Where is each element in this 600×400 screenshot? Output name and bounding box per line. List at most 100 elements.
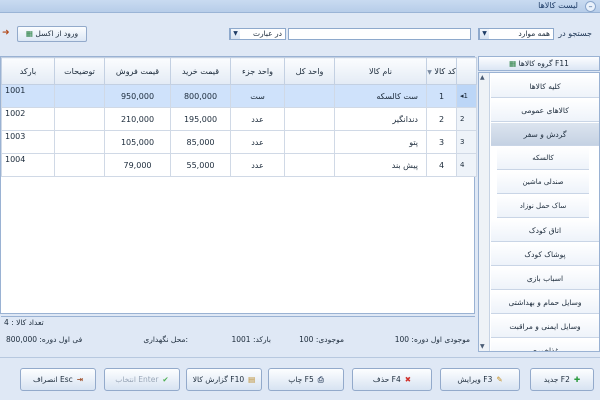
- cell-code[interactable]: 3: [426, 130, 457, 154]
- cell-sell-price[interactable]: 79,000: [104, 153, 171, 177]
- table-row[interactable]: 1001 950,000 800,000 ست ست کالسکه 1 ◂1: [1, 84, 477, 108]
- column-header-unit-total[interactable]: واحد کل: [284, 57, 335, 85]
- excel-icon: ▦: [25, 29, 33, 38]
- phrase-mode-select[interactable]: ▼ در عبارت: [229, 28, 286, 40]
- category-item[interactable]: کالاهای عمومی: [491, 99, 599, 122]
- window-menu-icon[interactable]: –: [585, 1, 596, 12]
- items-grid: بارکد توضیحات قیمت فروش قیمت خرید واحد ج…: [0, 56, 477, 314]
- plus-icon: ✚: [573, 375, 581, 384]
- window-title: لیست کالاها: [538, 1, 578, 10]
- cell-description[interactable]: [54, 130, 105, 154]
- report-icon: ▤: [248, 375, 256, 384]
- category-item[interactable]: غذاخوری: [491, 339, 599, 351]
- category-scrollbar[interactable]: ▲ ▼: [479, 73, 490, 351]
- first-price-text: فی اول دوره: 800,000: [6, 335, 83, 344]
- table-row[interactable]: 1004 79,000 55,000 عدد پیش بند 4 4: [1, 153, 477, 177]
- cell-sell-price[interactable]: 950,000: [104, 84, 171, 108]
- location-text: محل نگهداری:: [143, 335, 188, 344]
- cancel-button[interactable]: انصراف Esc ⇥: [20, 368, 96, 391]
- category-list: ▲ ▼ کلیه کالاها کالاهای عمومی گردش و سفر کا…: [478, 72, 600, 352]
- cell-unit-total[interactable]: [284, 130, 335, 154]
- cell-sell-price[interactable]: 105,000: [104, 130, 171, 154]
- category-header: ▦ گروه کالاها F11: [478, 56, 600, 71]
- cell-unit-total[interactable]: [284, 84, 335, 108]
- cell-sell-price[interactable]: 210,000: [104, 107, 171, 131]
- cell-buy-price[interactable]: 800,000: [170, 84, 231, 108]
- column-header-unit-part[interactable]: واحد جزء: [230, 57, 285, 85]
- category-item[interactable]: وسایل ایمنی و مراقبت: [491, 315, 599, 338]
- stock-text: موجودی: 100: [299, 335, 344, 344]
- cell-buy-price[interactable]: 195,000: [170, 107, 231, 131]
- first-stock-text: موجودی اول دوره: 100: [394, 335, 470, 344]
- row-number: 3: [460, 138, 465, 146]
- column-header-name[interactable]: نام کالا: [334, 57, 427, 85]
- category-item[interactable]: وسایل حمام و بهداشتی: [491, 291, 599, 314]
- cell-code[interactable]: 2: [426, 107, 457, 131]
- cell-name[interactable]: پتو: [334, 130, 427, 154]
- category-item[interactable]: صندلی ماشین: [497, 171, 589, 194]
- cell-code[interactable]: 4: [426, 153, 457, 177]
- cell-barcode[interactable]: 1003: [1, 130, 55, 154]
- category-item[interactable]: اتاق کودک: [491, 219, 599, 242]
- count-bar: تعداد کالا : 4: [1, 316, 475, 328]
- cell-unit-total[interactable]: [284, 107, 335, 131]
- cell-description[interactable]: [54, 153, 105, 177]
- cell-name[interactable]: ست کالسکه: [334, 84, 427, 108]
- table-body: 1001 950,000 800,000 ست ست کالسکه 1 ◂1 1002 210,…: [1, 84, 477, 177]
- cell-buy-price[interactable]: 85,000: [170, 130, 231, 154]
- column-header-description[interactable]: توضیحات: [54, 57, 105, 85]
- cell-name[interactable]: دندانگیر: [334, 107, 427, 131]
- cell-unit-part[interactable]: ست: [230, 84, 285, 108]
- column-header-buy-price[interactable]: قیمت خرید: [170, 57, 231, 85]
- cell-unit-total[interactable]: [284, 153, 335, 177]
- cell-barcode[interactable]: 1002: [1, 107, 55, 131]
- report-button[interactable]: گزارش کالا F10 ▤: [186, 368, 262, 391]
- category-item[interactable]: کالسکه: [497, 147, 589, 170]
- scroll-down-icon[interactable]: ▼: [480, 343, 485, 350]
- table-row[interactable]: 1003 105,000 85,000 عدد پتو 3 3: [1, 130, 477, 154]
- cell-unit-part[interactable]: عدد: [230, 130, 285, 154]
- category-item[interactable]: پوشاک کودک: [491, 243, 599, 266]
- pencil-icon: ✎: [496, 375, 503, 384]
- items-table: بارکد توضیحات قیمت فروش قیمت خرید واحد ج…: [1, 57, 477, 177]
- scroll-up-icon[interactable]: ▲: [480, 74, 485, 81]
- new-button[interactable]: جدید F2 ✚: [530, 368, 594, 391]
- cell-barcode[interactable]: 1001: [1, 84, 55, 108]
- search-toolbar: جستجو در ▼ همه موارد ▼ در عبارت ▦ ورود ا…: [0, 14, 600, 54]
- cell-description[interactable]: [54, 84, 105, 108]
- select-button[interactable]: انتخاب Enter ✔: [104, 368, 180, 391]
- search-scope-select[interactable]: ▼ همه موارد: [478, 28, 554, 40]
- cell-barcode[interactable]: 1004: [1, 153, 55, 177]
- category-item[interactable]: گردش و سفر: [491, 123, 599, 146]
- delete-button[interactable]: حذف F4 ✖: [352, 368, 432, 391]
- table-row[interactable]: 1002 210,000 195,000 عدد دندانگیر 2 2: [1, 107, 477, 131]
- column-header-sell-price[interactable]: قیمت فروش: [104, 57, 171, 85]
- cell-name[interactable]: پیش بند: [334, 153, 427, 177]
- cell-unit-part[interactable]: عدد: [230, 153, 285, 177]
- column-header-code[interactable]: ▼ کد کالا: [426, 57, 457, 85]
- row-marker[interactable]: 3: [456, 130, 477, 154]
- edit-button[interactable]: ویرایش F3 ✎: [440, 368, 520, 391]
- chevron-down-icon[interactable]: ▼: [230, 29, 240, 39]
- cell-buy-price[interactable]: 55,000: [170, 153, 231, 177]
- search-phrase-input[interactable]: [288, 28, 471, 40]
- sort-icon: ▼: [427, 68, 432, 76]
- import-excel-button[interactable]: ▦ ورود از اکسل: [17, 26, 87, 42]
- row-number: 4: [460, 161, 465, 169]
- category-item[interactable]: ساک حمل نوزاد: [497, 195, 589, 218]
- category-header-label: گروه کالاها F11: [518, 59, 569, 68]
- row-marker[interactable]: 4: [456, 153, 477, 177]
- cell-description[interactable]: [54, 107, 105, 131]
- row-marker[interactable]: ◂1: [456, 84, 477, 108]
- cell-code[interactable]: 1: [426, 84, 457, 108]
- column-header-barcode[interactable]: بارکد: [1, 57, 55, 85]
- category-item[interactable]: کلیه کالاها: [491, 75, 599, 98]
- item-info-bar: موجودی اول دوره: 100 موجودی: 100 بارکد: …: [0, 329, 476, 351]
- chevron-down-icon[interactable]: ▼: [479, 29, 489, 39]
- print-button[interactable]: چاپ F5 ⎙: [268, 368, 344, 391]
- cell-unit-part[interactable]: عدد: [230, 107, 285, 131]
- row-number: 2: [460, 115, 465, 123]
- row-marker[interactable]: 2: [456, 107, 477, 131]
- category-item[interactable]: اسباب بازی: [491, 267, 599, 290]
- check-icon: ✔: [162, 375, 169, 384]
